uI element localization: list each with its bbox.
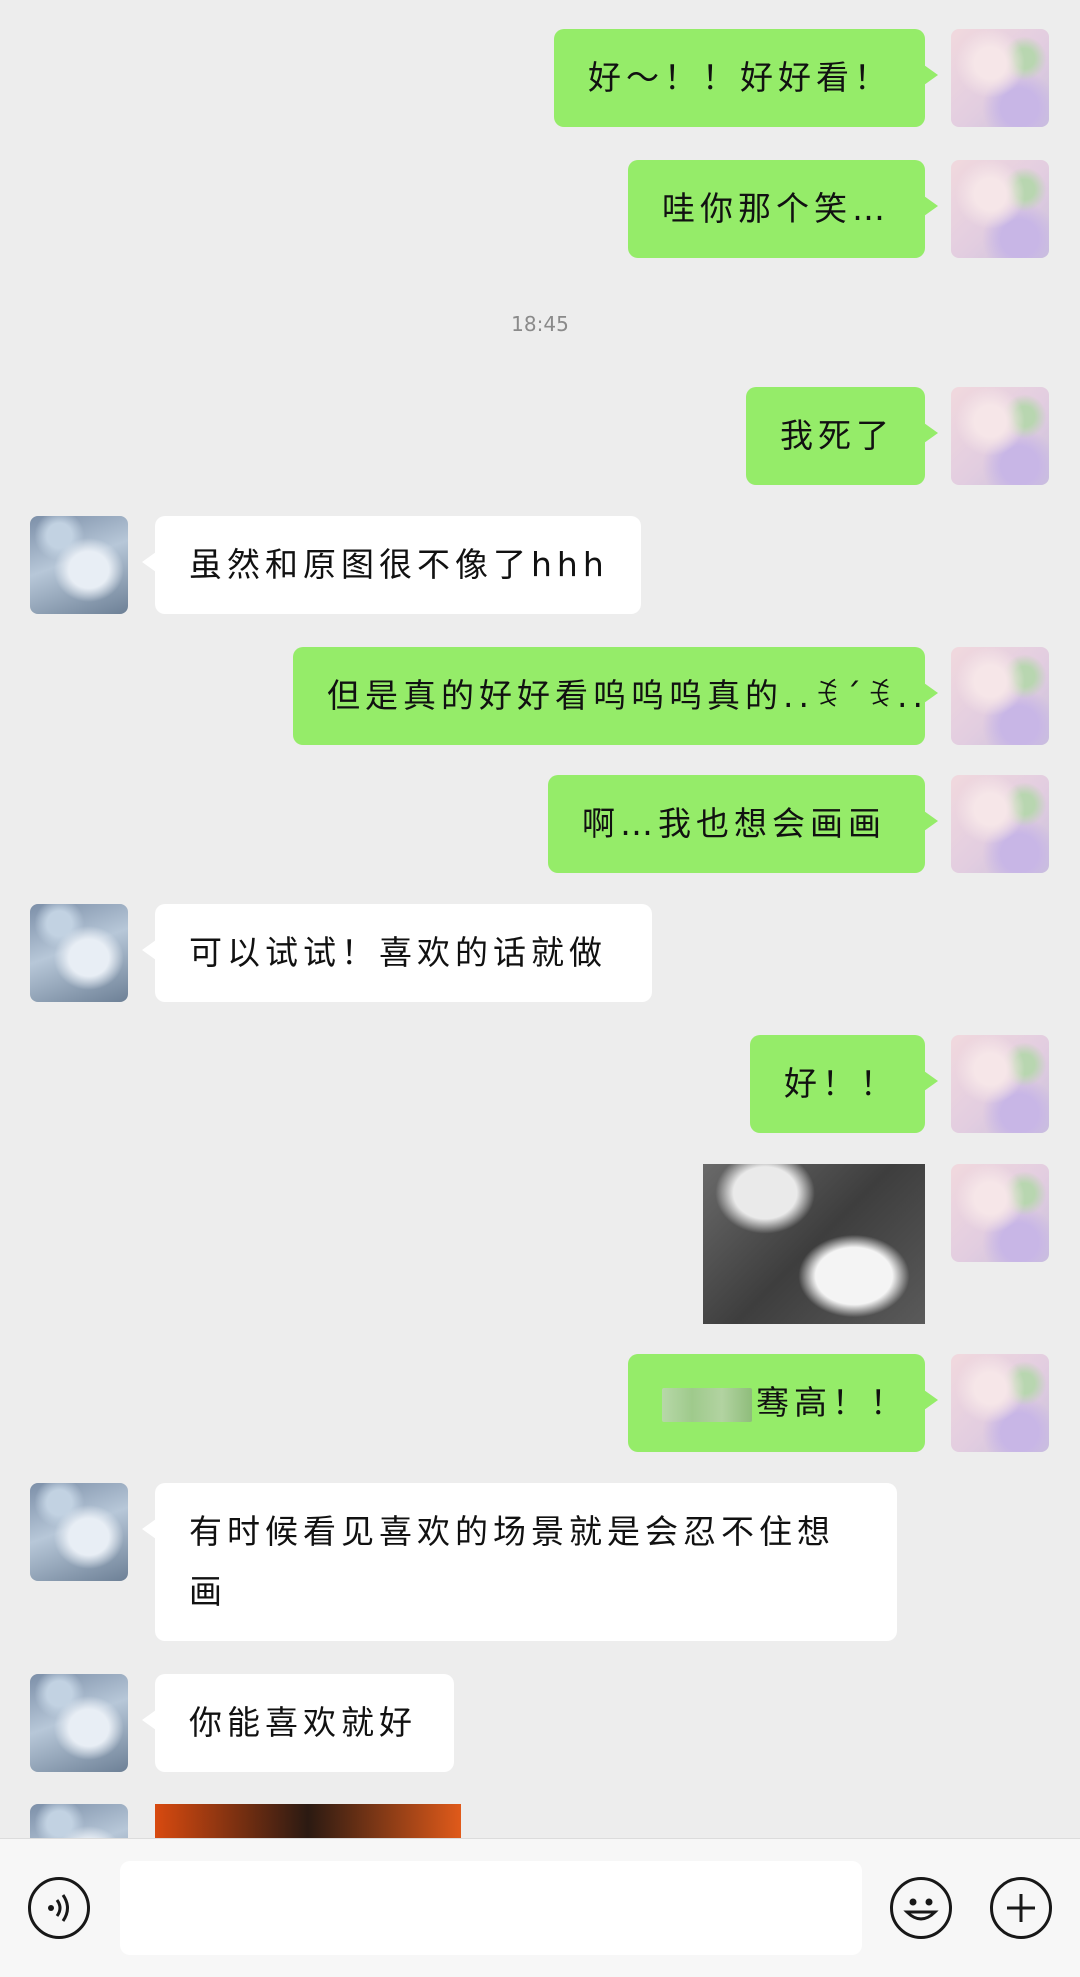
message-bubble-outgoing[interactable]: 好～！！好好看！ (554, 29, 938, 127)
timestamp: 18:45 (511, 312, 569, 336)
message-bubble-outgoing[interactable]: 啊…我也想会画画 (548, 775, 938, 873)
voice-button[interactable] (28, 1877, 90, 1939)
self-avatar[interactable] (951, 387, 1049, 485)
message-bubble-incoming[interactable]: 可以试试！喜欢的话就做 (142, 904, 652, 1002)
self-avatar[interactable] (951, 647, 1049, 745)
emoji-button[interactable] (890, 1877, 952, 1939)
self-avatar[interactable] (951, 29, 1049, 127)
message-bubble-incoming[interactable]: 你能喜欢就好 (142, 1674, 454, 1772)
more-button[interactable] (990, 1877, 1052, 1939)
message-bubble-incoming[interactable]: 虽然和原图很不像了hhh (142, 516, 641, 614)
image-message[interactable] (155, 1804, 461, 1838)
message-bubble-outgoing[interactable]: 我死了 (746, 387, 938, 485)
message-bubble-outgoing[interactable]: 哇你那个笑… (628, 160, 938, 258)
chat-area[interactable]: 好～！！好好看！ 哇你那个笑… 18:45 我死了 虽然和原图很不像了hhh 但… (0, 0, 1080, 1838)
message-bubble-incoming[interactable]: 有时候看见喜欢的场景就是会忍不住想画 (142, 1483, 897, 1641)
redacted-text (662, 1387, 752, 1422)
message-text: 骞高！！ (756, 1383, 908, 1422)
emoji-icon (903, 1898, 939, 1921)
message-bubble-outgoing[interactable]: 但是真的好好看呜呜呜真的..ꉂ´ꉂ.. (293, 647, 938, 745)
message-input[interactable] (120, 1861, 862, 1955)
message-bubble-outgoing[interactable]: 好！！ (750, 1035, 938, 1133)
contact-avatar[interactable] (30, 904, 128, 1002)
self-avatar[interactable] (951, 775, 1049, 873)
self-avatar[interactable] (951, 1164, 1049, 1262)
contact-avatar[interactable] (30, 1674, 128, 1772)
self-avatar[interactable] (951, 1354, 1049, 1452)
contact-avatar[interactable] (30, 1483, 128, 1581)
message-bubble-outgoing[interactable]: 骞高！！ (628, 1354, 938, 1452)
voice-icon (48, 1894, 69, 1922)
image-message[interactable] (703, 1164, 925, 1324)
self-avatar[interactable] (951, 1035, 1049, 1133)
plus-icon (1007, 1894, 1035, 1922)
contact-avatar[interactable] (30, 1804, 128, 1838)
self-avatar[interactable] (951, 160, 1049, 258)
contact-avatar[interactable] (30, 516, 128, 614)
input-bar (0, 1838, 1080, 1977)
